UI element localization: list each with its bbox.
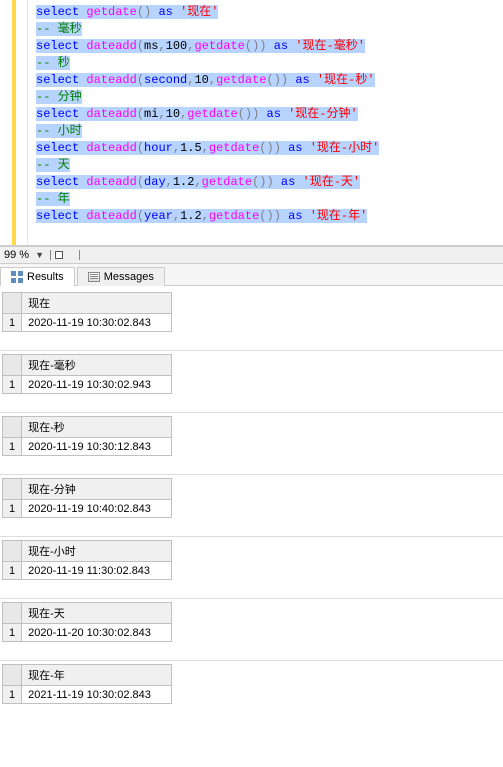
result-grid: 现在-分钟12020-11-19 10:40:02.843	[0, 478, 503, 518]
grid-icon	[11, 271, 23, 283]
cell-value[interactable]: 2020-11-19 10:30:02.843	[22, 314, 172, 332]
code-line[interactable]: -- 小时	[36, 123, 495, 140]
table-row[interactable]: 12020-11-19 10:30:02.843	[3, 314, 172, 332]
column-header[interactable]: 现在-分钟	[22, 479, 172, 500]
row-number: 1	[3, 438, 22, 456]
code-line[interactable]: -- 天	[36, 157, 495, 174]
code-line[interactable]: select getdate() as '现在'	[36, 4, 495, 21]
row-number: 1	[3, 686, 22, 704]
grid-corner	[3, 355, 22, 376]
zoom-bar: 99 % ▼	[0, 246, 503, 264]
results-tabs: Results Messages	[0, 264, 503, 286]
code-line[interactable]: -- 秒	[36, 55, 495, 72]
result-grid: 现在-秒12020-11-19 10:30:12.843	[0, 416, 503, 456]
result-table[interactable]: 现在-毫秒12020-11-19 10:30:02.943	[2, 354, 172, 394]
result-table[interactable]: 现在-年12021-11-19 10:30:02.843	[2, 664, 172, 704]
row-number: 1	[3, 562, 22, 580]
result-grid: 现在12020-11-19 10:30:02.843	[0, 292, 503, 332]
result-table[interactable]: 现在-天12020-11-20 10:30:02.843	[2, 602, 172, 642]
column-header[interactable]: 现在-年	[22, 665, 172, 686]
sql-editor[interactable]: select getdate() as '现在'-- 毫秒select date…	[0, 0, 503, 246]
zoom-slider[interactable]	[50, 250, 80, 260]
tab-messages-label: Messages	[104, 271, 154, 283]
tab-messages[interactable]: Messages	[77, 267, 165, 286]
zoom-level: 99 %	[4, 249, 29, 261]
grid-corner	[3, 417, 22, 438]
tab-results[interactable]: Results	[0, 267, 75, 286]
code-line[interactable]: -- 分钟	[36, 89, 495, 106]
row-number: 1	[3, 314, 22, 332]
result-grid: 现在-天12020-11-20 10:30:02.843	[0, 602, 503, 642]
table-row[interactable]: 12020-11-19 10:30:02.943	[3, 376, 172, 394]
code-line[interactable]: select dateadd(ms,100,getdate()) as '现在-…	[36, 38, 495, 55]
cell-value[interactable]: 2021-11-19 10:30:02.843	[22, 686, 172, 704]
code-line[interactable]: select dateadd(second,10,getdate()) as '…	[36, 72, 495, 89]
table-row[interactable]: 12020-11-19 11:30:02.843	[3, 562, 172, 580]
code-area[interactable]: select getdate() as '现在'-- 毫秒select date…	[28, 0, 503, 245]
grid-corner	[3, 293, 22, 314]
result-table[interactable]: 现在-小时12020-11-19 11:30:02.843	[2, 540, 172, 580]
zoom-dropdown-icon[interactable]: ▼	[35, 250, 44, 260]
messages-icon	[88, 272, 100, 282]
cell-value[interactable]: 2020-11-19 10:30:02.943	[22, 376, 172, 394]
code-line[interactable]: select dateadd(year,1.2,getdate()) as '现…	[36, 208, 495, 225]
grid-corner	[3, 665, 22, 686]
grid-corner	[3, 603, 22, 624]
result-table[interactable]: 现在12020-11-19 10:30:02.843	[2, 292, 172, 332]
grid-corner	[3, 541, 22, 562]
code-line[interactable]: -- 年	[36, 191, 495, 208]
code-line[interactable]: select dateadd(mi,10,getdate()) as '现在-分…	[36, 106, 495, 123]
table-row[interactable]: 12020-11-20 10:30:02.843	[3, 624, 172, 642]
column-header[interactable]: 现在-秒	[22, 417, 172, 438]
result-table[interactable]: 现在-分钟12020-11-19 10:40:02.843	[2, 478, 172, 518]
column-header[interactable]: 现在-小时	[22, 541, 172, 562]
cell-value[interactable]: 2020-11-20 10:30:02.843	[22, 624, 172, 642]
tab-results-label: Results	[27, 271, 64, 283]
result-grid: 现在-小时12020-11-19 11:30:02.843	[0, 540, 503, 580]
cell-value[interactable]: 2020-11-19 10:40:02.843	[22, 500, 172, 518]
cell-value[interactable]: 2020-11-19 11:30:02.843	[22, 562, 172, 580]
column-header[interactable]: 现在-毫秒	[22, 355, 172, 376]
code-line[interactable]: select dateadd(hour,1.5,getdate()) as '现…	[36, 140, 495, 157]
column-header[interactable]: 现在	[22, 293, 172, 314]
table-row[interactable]: 12020-11-19 10:40:02.843	[3, 500, 172, 518]
code-line[interactable]: select dateadd(day,1.2,getdate()) as '现在…	[36, 174, 495, 191]
grid-corner	[3, 479, 22, 500]
result-grid: 现在-毫秒12020-11-19 10:30:02.943	[0, 354, 503, 394]
editor-gutter	[0, 0, 28, 245]
cell-value[interactable]: 2020-11-19 10:30:12.843	[22, 438, 172, 456]
row-number: 1	[3, 624, 22, 642]
change-marker	[12, 0, 16, 245]
row-number: 1	[3, 376, 22, 394]
column-header[interactable]: 现在-天	[22, 603, 172, 624]
result-table[interactable]: 现在-秒12020-11-19 10:30:12.843	[2, 416, 172, 456]
row-number: 1	[3, 500, 22, 518]
table-row[interactable]: 12021-11-19 10:30:02.843	[3, 686, 172, 704]
results-area: 现在12020-11-19 10:30:02.843现在-毫秒12020-11-…	[0, 286, 503, 704]
table-row[interactable]: 12020-11-19 10:30:12.843	[3, 438, 172, 456]
code-line[interactable]: -- 毫秒	[36, 21, 495, 38]
result-grid: 现在-年12021-11-19 10:30:02.843	[0, 664, 503, 704]
